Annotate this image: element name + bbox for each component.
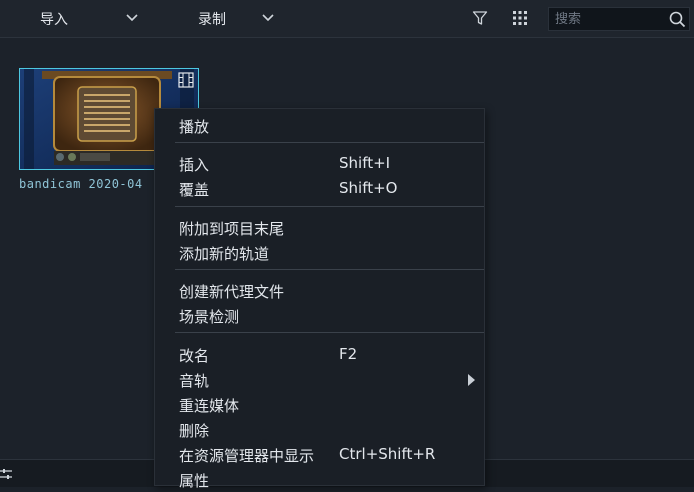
import-dropdown[interactable]: 导入	[40, 0, 138, 37]
filter-icon[interactable]	[471, 9, 489, 27]
record-label: 录制	[198, 11, 226, 28]
search-icon[interactable]	[669, 11, 686, 32]
menu-item-add-track[interactable]: 添加新的轨道	[155, 240, 484, 265]
menu-item-rename[interactable]: 改名 F2	[155, 342, 484, 367]
chevron-down-icon[interactable]	[262, 11, 274, 26]
menu-item-insert[interactable]: 插入 Shift+I	[155, 151, 484, 176]
menu-divider	[175, 269, 484, 270]
record-dropdown[interactable]: 录制	[198, 0, 274, 37]
menu-item-create-proxy[interactable]: 创建新代理文件	[155, 278, 484, 303]
menu-item-audio-track[interactable]: 音轨	[155, 367, 484, 392]
settings-sliders-icon[interactable]	[0, 466, 14, 485]
media-clip-name: bandicam 2020-04	[19, 177, 143, 191]
menu-item-show-in-explorer[interactable]: 在资源管理器中显示 Ctrl+Shift+R	[155, 442, 484, 467]
menu-divider	[175, 142, 484, 143]
menu-item-delete[interactable]: 删除	[155, 417, 484, 442]
media-toolbar: 导入 录制	[0, 0, 694, 38]
menu-divider	[175, 206, 484, 207]
menu-item-properties[interactable]: 属性	[155, 467, 484, 492]
import-label: 导入	[40, 11, 68, 28]
menu-item-overwrite[interactable]: 覆盖 Shift+O	[155, 176, 484, 201]
chevron-down-icon[interactable]	[126, 11, 138, 26]
context-menu: 播放 插入 Shift+I 覆盖 Shift+O 附加到项目末尾 添加新的轨道 …	[154, 108, 485, 490]
grid-view-icon[interactable]	[511, 9, 529, 27]
submenu-arrow-icon	[468, 374, 475, 386]
search-input[interactable]	[555, 10, 660, 28]
menu-item-relink[interactable]: 重连媒体	[155, 392, 484, 417]
menu-item-append[interactable]: 附加到项目末尾	[155, 215, 484, 240]
menu-divider	[175, 332, 484, 333]
film-icon	[178, 72, 194, 92]
search-box[interactable]	[548, 7, 690, 31]
menu-item-play[interactable]: 播放	[155, 113, 484, 138]
menu-item-scene-detect[interactable]: 场景检测	[155, 303, 484, 328]
